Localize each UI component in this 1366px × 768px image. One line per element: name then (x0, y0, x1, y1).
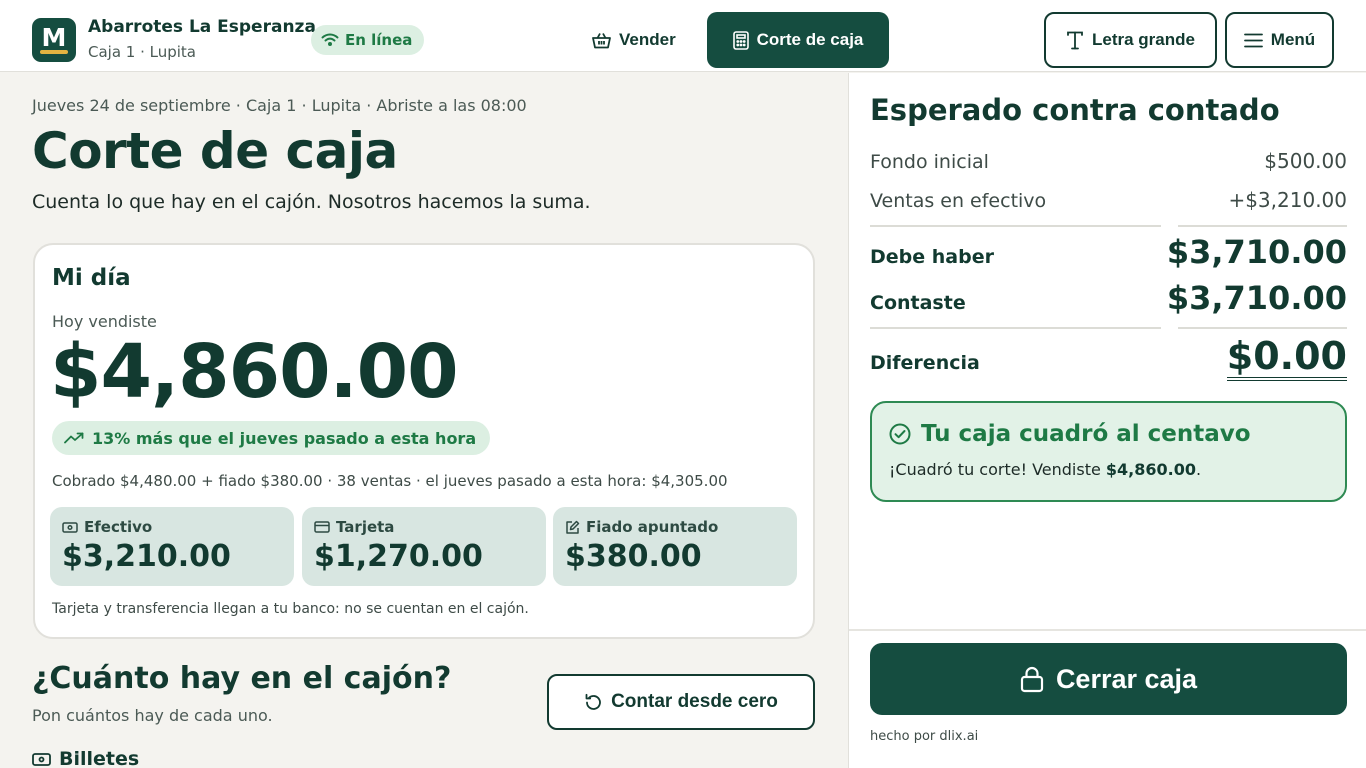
online-status-label: En línea (345, 31, 413, 49)
card-tile: Tarjeta $1,270.00 (302, 507, 546, 586)
trending-up-icon (64, 432, 84, 444)
page-subtitle: Cuenta lo que hay en el cajón. Nosotros … (32, 191, 591, 213)
cash-tile-label: Efectivo (84, 518, 153, 536)
nav-cash-cut-button[interactable]: Corte de caja (707, 12, 889, 68)
divider (870, 327, 1161, 329)
sales-summary: Cobrado $4,480.00 + fiado $380.00 · 38 v… (52, 472, 728, 490)
balanced-result-box: Tu caja cuadró al centavo ¡Cuadró tu cor… (870, 401, 1347, 502)
credit-tile-value: $380.00 (565, 539, 702, 574)
balanced-result-suffix: . (1196, 460, 1202, 479)
credit-tile: Fiado apuntado $380.00 (553, 507, 797, 586)
expected-value: $3,710.00 (1166, 233, 1347, 271)
opening-float-row: Fondo inicial $500.00 (870, 149, 1347, 173)
card-tile-label: Tarjeta (336, 518, 395, 536)
difference-value: $0.00 (1226, 336, 1347, 381)
card-tile-value: $1,270.00 (314, 539, 483, 574)
bank-note: Tarjeta y transferencia llegan a tu banc… (52, 601, 529, 617)
check-circle-icon (889, 423, 911, 445)
counted-row: Contaste $3,710.00 (870, 279, 1347, 317)
expected-row: Debe haber $3,710.00 (870, 233, 1347, 271)
calculator-icon (732, 30, 749, 50)
divider (849, 629, 1366, 631)
drawer-section-title: ¿Cuánto hay en el cajón? (32, 661, 452, 696)
online-status-badge: En línea (311, 25, 425, 55)
cash-sales-label: Ventas en efectivo (870, 190, 1047, 212)
cash-sales-row: Ventas en efectivo +$3,210.00 (870, 188, 1347, 212)
register-and-cashier: Caja 1 · Lupita (88, 43, 197, 61)
divider (870, 225, 1161, 227)
nav-sell-button[interactable]: Vender (578, 18, 690, 62)
my-day-title: Mi día (52, 265, 131, 291)
session-info: Jueves 24 de septiembre · Caja 1 · Lupit… (32, 96, 527, 115)
logo-accent-bar (40, 50, 68, 54)
balanced-result-prefix: ¡Cuadró tu corte! Vendiste (889, 460, 1106, 479)
top-bar: M Abarrotes La Esperanza Caja 1 · Lupita… (0, 0, 1366, 72)
counted-label: Contaste (870, 292, 966, 314)
close-register-label: Cerrar caja (1055, 663, 1198, 694)
opening-float-label: Fondo inicial (870, 151, 989, 173)
balanced-result-title: Tu caja cuadró al centavo (921, 421, 1251, 447)
note-edit-icon (565, 520, 580, 535)
panel-title: Esperado contra contado (870, 93, 1280, 127)
store-logo: M (32, 18, 76, 62)
wifi-icon (321, 33, 339, 47)
basket-icon (592, 32, 611, 49)
text-size-icon (1066, 31, 1084, 50)
balanced-result-amount: $4,860.00 (1105, 460, 1196, 479)
hamburger-icon (1243, 33, 1263, 48)
close-register-button[interactable]: Cerrar caja (870, 643, 1347, 715)
logo-letter: M (41, 23, 67, 52)
bills-heading-label: Billetes (59, 748, 140, 768)
banknote-icon (32, 752, 51, 766)
sales-trend-badge: 13% más que el jueves pasado a esta hora (52, 421, 491, 455)
expected-vs-counted-panel: Esperado contra contado Fondo inicial $5… (848, 73, 1366, 768)
expected-label: Debe haber (870, 246, 994, 268)
reset-count-button[interactable]: Contar desde cero (547, 674, 815, 730)
sales-trend-text: 13% más que el jueves pasado a esta hora (92, 428, 477, 448)
credit-text: hecho por dlix.ai (870, 729, 979, 744)
difference-label: Diferencia (870, 352, 980, 374)
cash-tile-value: $3,210.00 (62, 539, 231, 574)
my-day-card: Mi día Hoy vendiste $4,860.00 13% más qu… (33, 243, 815, 639)
cash-tile: Efectivo $3,210.00 (50, 507, 294, 586)
drawer-section-subtitle: Pon cuántos hay de cada uno. (32, 706, 273, 725)
today-sales-amount: $4,860.00 (50, 329, 459, 415)
difference-row: Diferencia $0.00 (870, 336, 1347, 381)
nav-cash-cut-label: Corte de caja (756, 30, 864, 49)
divider (1178, 327, 1347, 329)
divider (1178, 225, 1347, 227)
lock-icon (1020, 666, 1044, 693)
credit-tile-label: Fiado apuntado (586, 518, 719, 536)
menu-button[interactable]: Menú (1225, 12, 1334, 68)
cash-icon (62, 521, 78, 533)
reset-count-label: Contar desde cero (611, 691, 778, 712)
large-text-button[interactable]: Letra grande (1044, 12, 1217, 68)
large-text-label: Letra grande (1092, 30, 1195, 49)
nav-sell-label: Vender (619, 30, 676, 49)
reset-icon (584, 693, 603, 712)
page-title: Corte de caja (32, 122, 398, 180)
store-name: Abarrotes La Esperanza (88, 17, 316, 37)
cash-sales-value: +$3,210.00 (1228, 188, 1347, 212)
bills-heading: Billetes (32, 748, 139, 768)
balanced-result-text: ¡Cuadró tu corte! Vendiste $4,860.00. (889, 460, 1201, 479)
menu-label: Menú (1270, 30, 1316, 49)
credit-card-icon (314, 521, 330, 533)
opening-float-value: $500.00 (1264, 149, 1347, 173)
counted-value: $3,710.00 (1166, 279, 1347, 317)
